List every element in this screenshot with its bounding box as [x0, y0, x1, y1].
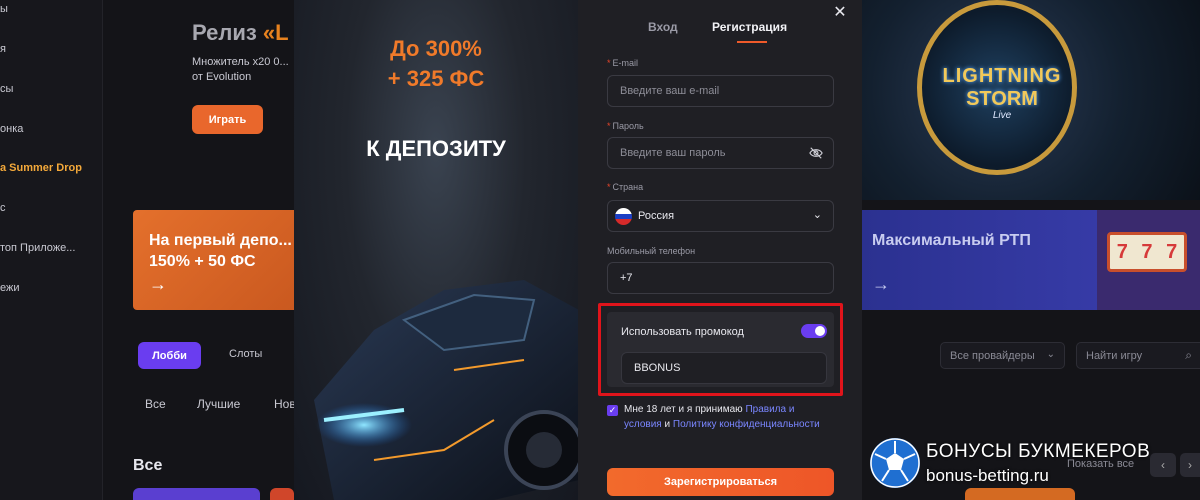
password-placeholder: Введите ваш пароль: [620, 147, 726, 159]
active-tab-indicator: [737, 41, 767, 43]
phone-value: +7: [620, 272, 633, 284]
close-icon[interactable]: ✕: [830, 2, 850, 22]
arrow-right-icon: →: [872, 274, 890, 294]
email-placeholder: Введите ваш e-mail: [620, 85, 720, 97]
search-icon: ⌕: [1185, 348, 1192, 362]
game-thumbnail[interactable]: [133, 488, 260, 500]
tab-login[interactable]: Вход: [648, 20, 678, 34]
hero-title: Релиз «L: [192, 20, 289, 45]
play-button[interactable]: Играть: [192, 105, 263, 134]
register-button[interactable]: Зарегистрироваться: [607, 468, 834, 496]
country-value: Россия: [638, 210, 675, 222]
next-arrow-button[interactable]: ›: [1180, 453, 1200, 477]
sidebar-item-app[interactable]: топ Приложе...: [0, 242, 75, 254]
soccer-ball-logo: [870, 438, 920, 488]
promo-code-highlight: Использовать промокод BBONUS: [598, 303, 843, 396]
rtp-banner-title: Максимальный РТП: [872, 232, 1031, 249]
watermark-title: БОНУСЫ БУКМЕКЕРОВ: [926, 441, 1151, 462]
tab-register[interactable]: Регистрация: [712, 20, 787, 34]
sidebar-item[interactable]: я: [0, 43, 6, 55]
promo-code-value: BBONUS: [634, 362, 681, 374]
sidebar-item[interactable]: сы: [0, 83, 13, 95]
filter-new[interactable]: Нов: [274, 397, 296, 411]
providers-select[interactable]: Все провайдеры ⌄: [940, 342, 1065, 369]
promo-code-label: Использовать промокод: [621, 326, 744, 338]
filter-best[interactable]: Лучшие: [197, 397, 240, 411]
hero-subtitle: Множитель x20 0... от Evolution: [192, 56, 289, 83]
privacy-link[interactable]: Политику конфиденциальности: [673, 419, 820, 430]
offer-deposit: К ДЕПОЗИТУ: [366, 136, 506, 161]
game-logo-line: STORM: [966, 88, 1038, 110]
max-rtp-banner[interactable]: Максимальный РТП → 777: [862, 210, 1200, 310]
lightning-storm-game-tile[interactable]: LIGHTNING STORM Live: [862, 0, 1200, 200]
game-logo-line: LIGHTNING: [942, 65, 1062, 87]
sidebar: ы я сы онка a Summer Drop с топ Приложе.…: [0, 0, 103, 500]
russia-flag-icon: [615, 208, 632, 225]
modal-promo-panel: До 300% + 325 ФС К ДЕПОЗИТУ: [294, 0, 578, 500]
phone-label: Мобильный телефон: [607, 246, 696, 256]
offer-percent: До 300%: [390, 36, 482, 61]
chevron-down-icon: ⌄: [1046, 349, 1055, 360]
game-thumbnail[interactable]: [965, 488, 1075, 500]
country-select[interactable]: Россия ⌄: [607, 200, 834, 232]
terms-text: Мне 18 лет и я принимаю Правила и услови…: [624, 404, 820, 430]
section-title: Все: [133, 457, 163, 474]
game-logo-line: Live: [992, 110, 1012, 121]
sidebar-item-summer-drop[interactable]: a Summer Drop: [0, 162, 82, 174]
password-label: * Пароль: [607, 121, 644, 131]
search-game-placeholder: Найти игру: [1086, 350, 1143, 362]
sidebar-item[interactable]: ежи: [0, 282, 20, 294]
slot-machine-image: 777: [1097, 210, 1200, 310]
deposit-promo-banner[interactable]: На первый депо... 150% + 50 ФС →: [133, 210, 303, 310]
providers-select-value: Все провайдеры: [950, 350, 1035, 362]
offer-free-spins: + 325 ФС: [387, 66, 485, 91]
terms-checkbox[interactable]: ✓: [607, 405, 618, 416]
country-label: * Страна: [607, 182, 644, 192]
arrow-right-icon: →: [149, 274, 167, 294]
promo-code-section: Использовать промокод BBONUS: [607, 312, 834, 387]
watermark-url: bonus-betting.ru: [926, 466, 1049, 485]
chevron-down-icon: ⌄: [812, 209, 822, 221]
sidebar-item[interactable]: онка: [0, 123, 23, 135]
registration-form-panel: Вход Регистрация ✕ * E-mail Введите ваш e…: [578, 0, 862, 500]
password-field[interactable]: Введите ваш пароль: [607, 137, 834, 169]
eye-off-icon[interactable]: [809, 146, 823, 160]
tab-lobby[interactable]: Лобби: [138, 342, 201, 369]
tab-slots[interactable]: Слоты: [229, 348, 262, 360]
toggle-knob: [815, 326, 825, 336]
phone-field[interactable]: +7: [607, 262, 834, 294]
filter-all[interactable]: Все: [145, 397, 166, 411]
promo-code-input[interactable]: BBONUS: [621, 352, 827, 384]
email-label: * E-mail: [607, 58, 639, 68]
sidebar-item[interactable]: с: [0, 202, 6, 214]
prev-arrow-button[interactable]: ‹: [1150, 453, 1176, 477]
search-game-input[interactable]: Найти игру ⌕: [1076, 342, 1200, 369]
deposit-promo-text: На первый депо... 150% + 50 ФС: [149, 232, 292, 270]
email-field[interactable]: Введите ваш e-mail: [607, 75, 834, 107]
game-thumbnail[interactable]: [270, 488, 294, 500]
promo-code-toggle[interactable]: [801, 324, 827, 338]
sports-car-image: [314, 280, 578, 500]
sidebar-item[interactable]: ы: [0, 3, 8, 15]
